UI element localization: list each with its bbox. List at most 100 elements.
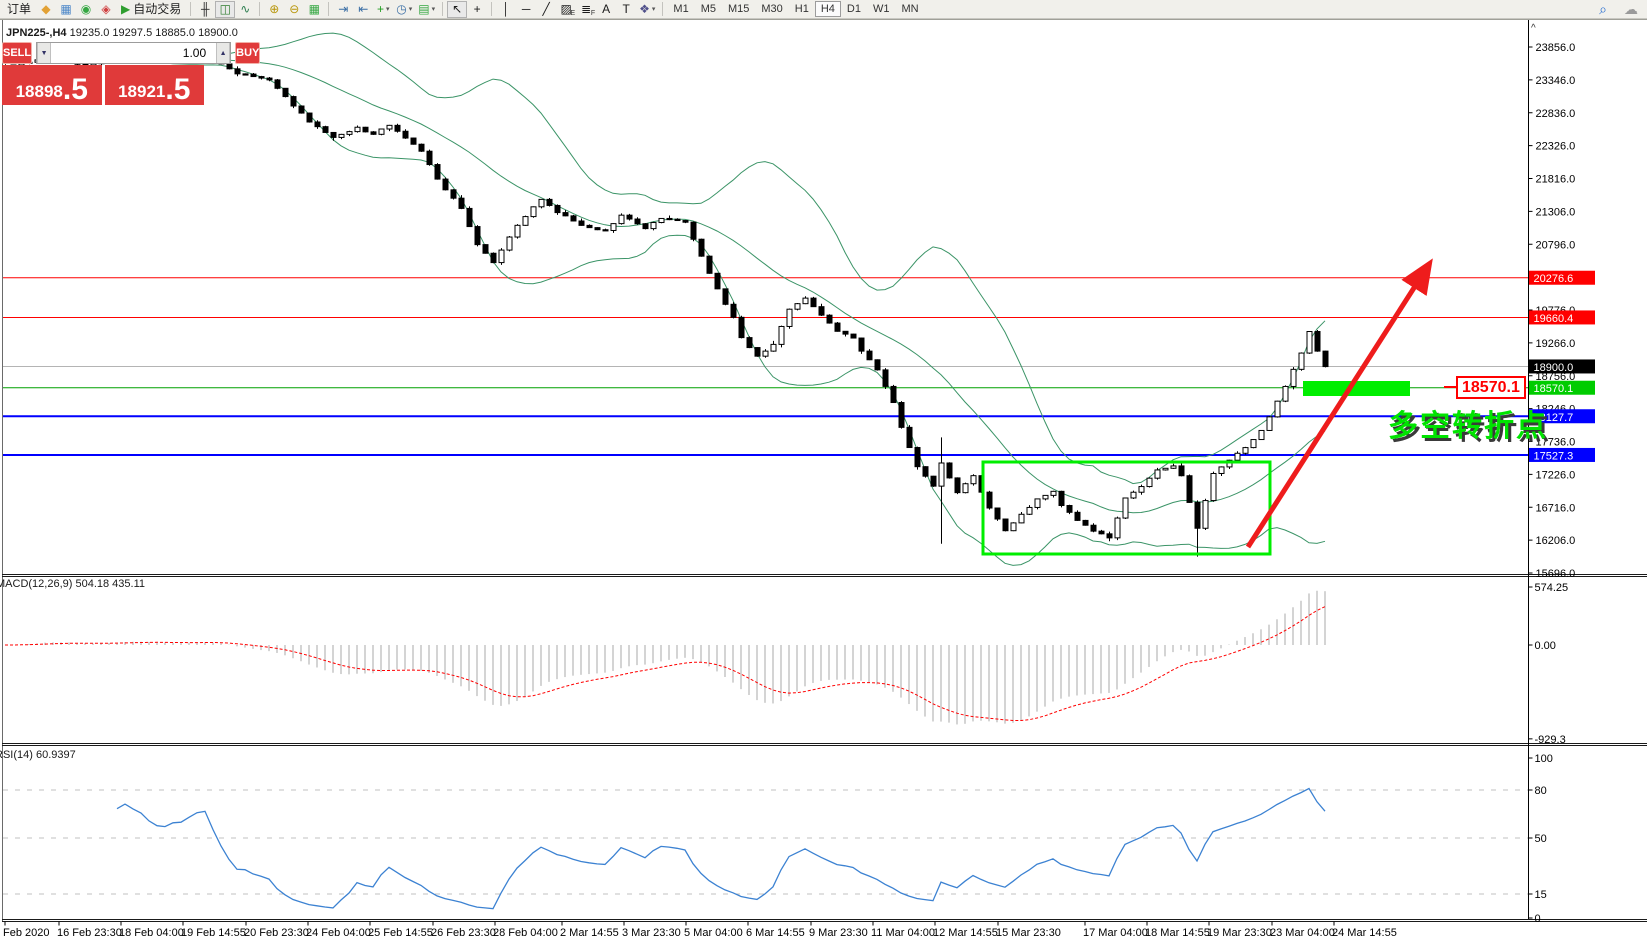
- text-button[interactable]: A: [596, 1, 616, 18]
- fibonacci-icon: ≣: [581, 3, 591, 15]
- symbol-period-label: JPN225-,H4: [6, 27, 67, 39]
- add-indicator-button[interactable]: +▾: [373, 1, 393, 18]
- svg-text:6 Mar 14:55: 6 Mar 14:55: [746, 927, 805, 939]
- arrows-button[interactable]: ❖▾: [636, 1, 658, 18]
- svg-text:23346.0: 23346.0: [1536, 75, 1576, 87]
- svg-text:11 Mar 04:00: 11 Mar 04:00: [871, 927, 935, 939]
- timeframe-d1-button[interactable]: D1: [841, 1, 867, 17]
- auto-scroll-button[interactable]: ⇥: [333, 1, 353, 18]
- svg-text:18 Mar 14:55: 18 Mar 14:55: [1145, 927, 1210, 939]
- svg-text:25 Feb 14:55: 25 Feb 14:55: [368, 927, 433, 939]
- svg-text:5 Mar 04:00: 5 Mar 04:00: [684, 927, 743, 939]
- cursor-button[interactable]: ↖: [447, 1, 467, 18]
- one-click-trading-panel: SELL ▼ ▲ BUY 18898.5 18921.5: [2, 42, 204, 105]
- zoom-in-button[interactable]: ⊕: [264, 1, 284, 18]
- zoom-out-icon: ⊖: [289, 3, 299, 15]
- svg-text:19660.4: 19660.4: [1534, 313, 1574, 325]
- price-badge-19660.4: 19660.4: [1529, 310, 1595, 325]
- timeframe-h4-button[interactable]: H4: [815, 1, 841, 17]
- svg-text:24 Feb 04:00: 24 Feb 04:00: [306, 927, 371, 939]
- chart-area[interactable]: 23856.023346.022836.022326.021816.021306…: [0, 0, 1647, 940]
- tile-windows-icon: ▦: [309, 3, 320, 15]
- equidistant-channel-button[interactable]: ▨E: [556, 1, 576, 18]
- zoom-in-icon: ⊕: [269, 3, 279, 15]
- timeframe-w1-button[interactable]: W1: [867, 1, 896, 17]
- volume-increase-button[interactable]: ▲: [216, 43, 230, 63]
- sell-price[interactable]: 18898.5: [2, 65, 102, 105]
- timeframe-m30-button[interactable]: M30: [755, 1, 788, 17]
- templates-button[interactable]: ▤▾: [415, 1, 438, 18]
- templates-button: ▤: [418, 3, 429, 15]
- chart-window-button[interactable]: ▦: [56, 1, 76, 18]
- rsi-indicator-label: RSI(14) 60.9397: [0, 749, 76, 761]
- price-badge-20276.6: 20276.6: [1529, 271, 1595, 286]
- buy-price[interactable]: 18921.5: [105, 65, 205, 105]
- timeframe-m15-button[interactable]: M15: [722, 1, 755, 17]
- support-band-rectangle[interactable]: [1303, 381, 1410, 396]
- chat-button[interactable]: ☁: [1621, 1, 1641, 18]
- mt4-window: 订单◆▦◉◈▶自动交易╫◫∿⊕⊖▦⇥⇤+▾◷▾▤▾↖+│─╱▨E≣FAT❖▾M1…: [0, 0, 1647, 940]
- autotrading-button-icon: ▶: [121, 3, 130, 15]
- svg-text:21306.0: 21306.0: [1536, 206, 1576, 218]
- chart-shift-button[interactable]: ⇤: [353, 1, 373, 18]
- timeframe-mn-button[interactable]: MN: [895, 1, 924, 17]
- text-icon: A: [602, 3, 610, 15]
- periods-button: ◷: [396, 3, 406, 15]
- toolbar-separator: [259, 2, 260, 16]
- svg-text:80: 80: [1535, 785, 1547, 797]
- search-button[interactable]: ⌕: [1593, 1, 1613, 18]
- toolbar: 订单◆▦◉◈▶自动交易╫◫∿⊕⊖▦⇥⇤+▾◷▾▤▾↖+│─╱▨E≣FAT❖▾M1…: [0, 0, 1647, 19]
- svg-text:18570.1: 18570.1: [1534, 383, 1574, 395]
- line-chart-type-button[interactable]: ∿: [235, 1, 255, 18]
- volume-decrease-button[interactable]: ▼: [37, 43, 51, 63]
- trendline-button[interactable]: ╱: [536, 1, 556, 18]
- buy-price-frac: .5: [165, 77, 190, 103]
- svg-text:18 Feb 04:00: 18 Feb 04:00: [119, 927, 184, 939]
- new-order-button[interactable]: 订单: [2, 1, 36, 18]
- signals-button[interactable]: ◉: [76, 1, 96, 18]
- sell-button[interactable]: SELL: [2, 42, 32, 64]
- vertical-line-icon: │: [502, 3, 510, 15]
- svg-text:19 Mar 23:30: 19 Mar 23:30: [1207, 927, 1272, 939]
- svg-text:15696.0: 15696.0: [1536, 568, 1576, 580]
- autotrading-button[interactable]: ▶自动交易: [116, 1, 186, 18]
- svg-text:22326.0: 22326.0: [1536, 141, 1576, 153]
- crosshair-button[interactable]: +: [467, 1, 487, 18]
- timeframe-m1-button[interactable]: M1: [667, 1, 694, 17]
- arrows-icon: ❖: [639, 3, 650, 15]
- svg-text:17226.0: 17226.0: [1536, 469, 1576, 481]
- horizontal-line-button[interactable]: ─: [516, 1, 536, 18]
- vertical-line-button[interactable]: │: [496, 1, 516, 18]
- price-flag-18570[interactable]: 18570.1: [1456, 376, 1526, 399]
- sell-price-frac: .5: [63, 77, 88, 103]
- tile-windows-button[interactable]: ▦: [304, 1, 324, 18]
- chart-background: [0, 19, 1647, 940]
- zoom-out-button[interactable]: ⊖: [284, 1, 304, 18]
- svg-text:3 Mar 23:30: 3 Mar 23:30: [622, 927, 681, 939]
- buy-price-int: 18921: [118, 83, 165, 100]
- candlestick-chart-type-button[interactable]: ◫: [215, 1, 235, 18]
- auto-scroll-icon: ⇥: [338, 3, 348, 15]
- buy-button[interactable]: BUY: [235, 42, 260, 64]
- toolbar-separator: [328, 2, 329, 16]
- market-button[interactable]: ◈: [96, 1, 116, 18]
- volume-input[interactable]: [51, 43, 216, 63]
- add-indicator-button: +: [377, 3, 384, 15]
- text-label-button[interactable]: T: [616, 1, 636, 18]
- svg-text:16716.0: 16716.0: [1536, 502, 1576, 514]
- bar-chart-type-button[interactable]: ╫: [195, 1, 215, 18]
- timeframe-h1-button[interactable]: H1: [789, 1, 815, 17]
- timeframe-m5-button[interactable]: M5: [695, 1, 722, 17]
- svg-text:21816.0: 21816.0: [1536, 174, 1576, 186]
- chart-title: JPN225-,H4 19235.0 19297.5 18885.0 18900…: [6, 27, 238, 39]
- periods-button[interactable]: ◷▾: [393, 1, 415, 18]
- fibonacci-button[interactable]: ≣F: [576, 1, 596, 18]
- svg-text:19266.0: 19266.0: [1536, 338, 1576, 350]
- svg-text:15: 15: [1535, 889, 1547, 901]
- svg-text:20796.0: 20796.0: [1536, 239, 1576, 251]
- svg-text:28 Feb 04:00: 28 Feb 04:00: [493, 927, 558, 939]
- scroll-caret[interactable]: ^: [1531, 23, 1536, 34]
- metaeditor-button[interactable]: ◆: [36, 1, 56, 18]
- svg-text:19 Feb 14:55: 19 Feb 14:55: [181, 927, 246, 939]
- turning-point-note[interactable]: 多空转折点: [1388, 401, 1548, 445]
